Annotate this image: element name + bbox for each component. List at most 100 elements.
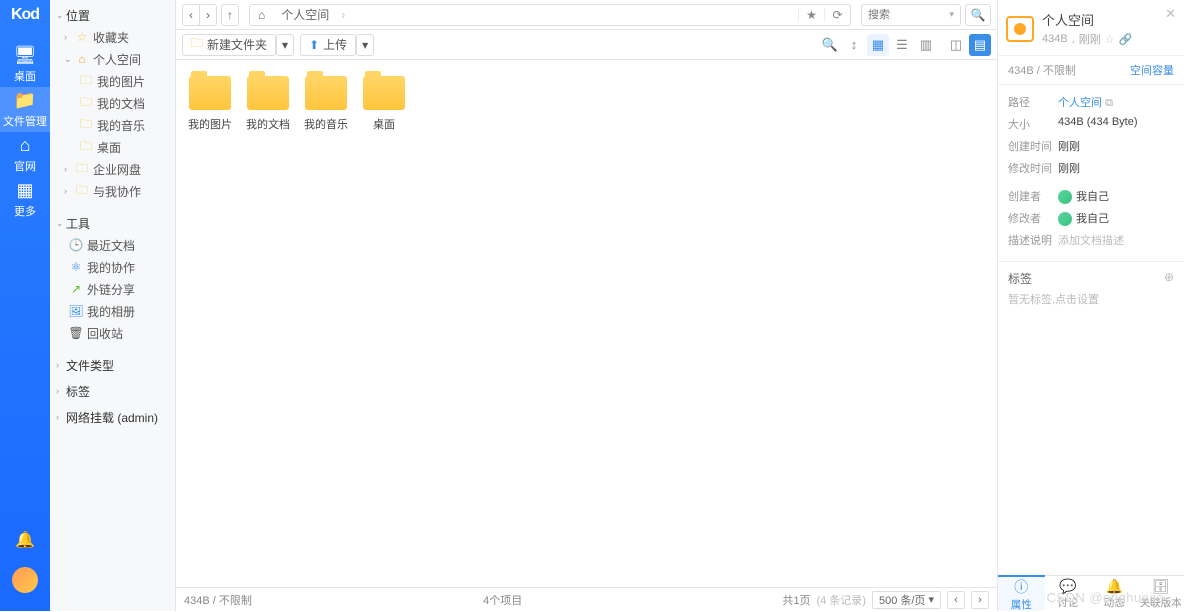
usage-link[interactable]: 空间容量 [1130, 62, 1174, 78]
breadcrumb-seg[interactable]: 个人空间 [273, 5, 337, 25]
folder-item[interactable]: 桌面 [358, 74, 410, 134]
new-folder-dropdown[interactable]: ▾ [276, 34, 294, 56]
details-path[interactable]: 个人空间 ⧉ [1058, 94, 1174, 110]
page-next-button[interactable]: › [971, 591, 989, 609]
tree-tools[interactable]: ⌄工具 [50, 212, 175, 234]
tree-personal-docs[interactable]: 🗀我的文档 [50, 92, 175, 114]
folder-icon: 🗀 [74, 181, 90, 202]
tree-favorites[interactable]: ›☆收藏夹 [50, 26, 175, 48]
tree-enterprise[interactable]: ›🗀企业网盘 [50, 158, 175, 180]
per-page-select[interactable]: 500 条/页 ▾ [872, 591, 941, 609]
space-icon [1006, 16, 1034, 42]
bell-icon: 🔔 [15, 530, 35, 550]
sort-button[interactable]: ↕ [843, 34, 865, 56]
favorite-button[interactable]: ★ [798, 8, 824, 22]
star-icon: ☆ [74, 30, 90, 44]
details-ctime: 刚刚 [1058, 138, 1174, 154]
tree-filetype[interactable]: ›文件类型 [50, 354, 175, 376]
folder-icon: 🗀 [78, 93, 94, 114]
details-modifier: 我自己 [1058, 210, 1174, 226]
folder-icon [247, 76, 289, 110]
folder-item[interactable]: 我的音乐 [300, 74, 352, 134]
rail-desktop-label: 桌面 [14, 68, 36, 84]
tree-personal-music[interactable]: 🗀我的音乐 [50, 114, 175, 136]
tree-album[interactable]: 🖼我的相册 [50, 300, 175, 322]
folder-icon: 📁 [14, 90, 36, 111]
tree-personal-pictures[interactable]: 🗀我的图片 [50, 70, 175, 92]
folder-icon: 🗀 [191, 34, 203, 55]
notifications-button[interactable]: 🔔 [0, 525, 50, 555]
window-icon: ⧉ [1105, 97, 1113, 109]
status-page: 共1页 [782, 592, 810, 608]
sidebar: ⌄位置 ›☆收藏夹 ⌄⌂个人空间 🗀我的图片 🗀我的文档 🗀我的音乐 🗀桌面 ›… [50, 0, 176, 611]
rail-files-label: 文件管理 [3, 113, 47, 129]
tree-location[interactable]: ⌄位置 [50, 4, 175, 26]
upload-button[interactable]: ⬆上传 [300, 34, 356, 56]
folder-icon [363, 76, 405, 110]
chevron-right-icon: › [337, 8, 349, 22]
page-prev-button[interactable]: ‹ [947, 591, 965, 609]
nav-back-button[interactable]: ‹ [182, 4, 200, 26]
rail-website-label: 官网 [14, 158, 36, 174]
home-icon: ⌂ [20, 135, 31, 156]
view-columns-button[interactable]: ▥ [915, 34, 937, 56]
zoom-button[interactable]: 🔍 [819, 34, 841, 56]
search-button[interactable]: 🔍 [965, 4, 991, 26]
folder-item[interactable]: 我的文档 [242, 74, 294, 134]
search-box[interactable]: ▾ [861, 4, 961, 26]
tree-mycollab[interactable]: ⚛我的协作 [50, 256, 175, 278]
rail-website[interactable]: ⌂ 官网 [0, 132, 50, 177]
view-list-button[interactable]: ☰ [891, 34, 913, 56]
tree-tags[interactable]: ›标签 [50, 380, 175, 402]
trash-icon: 🗑 [68, 326, 84, 340]
status-records: (4 条记录) [816, 592, 866, 608]
nav-forward-button[interactable]: › [199, 4, 217, 26]
rail-files[interactable]: 📁 文件管理 [0, 87, 50, 132]
folder-icon: 🗀 [74, 159, 90, 180]
usage-text: 434B / 不限制 [1008, 62, 1076, 78]
tab-discuss[interactable]: 💬讨论 [1045, 576, 1092, 611]
home-icon: ⌂ [250, 5, 273, 25]
details-desc[interactable]: 添加文档描述 [1058, 232, 1174, 248]
tree-personal-desktop[interactable]: 🗀桌面 [50, 136, 175, 158]
tree-personal[interactable]: ⌄⌂个人空间 [50, 48, 175, 70]
folder-item[interactable]: 我的图片 [184, 74, 236, 134]
folder-icon: 🗀 [78, 115, 94, 136]
nav-up-button[interactable]: ↑ [221, 4, 239, 26]
avatar[interactable] [12, 567, 38, 593]
upload-dropdown[interactable]: ▾ [356, 34, 374, 56]
toggle-panel-button[interactable]: ▤ [969, 34, 991, 56]
upload-icon: ⬆ [309, 38, 319, 52]
file-grid: 我的图片 我的文档 我的音乐 桌面 [176, 60, 997, 587]
tree-linkshare[interactable]: ↗外链分享 [50, 278, 175, 300]
details-creator: 我自己 [1058, 188, 1174, 204]
rail-more[interactable]: ▦ 更多 [0, 177, 50, 222]
folder-icon [189, 76, 231, 110]
folder-icon: 🗀 [78, 137, 94, 158]
tree-mount[interactable]: ›网络挂载 (admin) [50, 406, 175, 428]
search-input[interactable] [868, 9, 928, 21]
tree-shared[interactable]: ›🗀与我协作 [50, 180, 175, 202]
tab-properties[interactable]: ⓘ属性 [998, 575, 1045, 611]
refresh-button[interactable]: ⟳ [824, 8, 850, 22]
tags-hint[interactable]: 暂无标签,点击设置 [1008, 291, 1174, 307]
folder-icon: 🗀 [78, 71, 94, 92]
close-button[interactable]: ✕ [1165, 6, 1176, 22]
logo: Kod [0, 0, 50, 30]
tree-recent[interactable]: 🕒最近文档 [50, 234, 175, 256]
view-icons-button[interactable]: ▦ [867, 34, 889, 56]
rail-desktop[interactable]: 🖥 桌面 [0, 42, 50, 87]
share-icon: ⚛ [68, 260, 84, 274]
tree-recycle[interactable]: 🗑回收站 [50, 322, 175, 344]
details-size-full: 434B (434 Byte) [1058, 116, 1174, 132]
link-icon[interactable]: 🔗 [1119, 33, 1133, 46]
home-icon: ⌂ [74, 52, 90, 66]
add-tag-button[interactable]: ⊕ [1164, 270, 1174, 287]
new-folder-button[interactable]: 🗀新建文件夹 [182, 34, 276, 56]
view-split-button[interactable]: ◫ [945, 34, 967, 56]
tab-activity[interactable]: 🔔动态 [1091, 576, 1138, 611]
tab-versions[interactable]: 🗄关联版本 [1138, 576, 1184, 611]
star-icon[interactable]: ☆ [1105, 33, 1115, 46]
breadcrumb[interactable]: ⌂ 个人空间 › ★ ⟳ [249, 4, 851, 26]
chevron-down-icon: ▾ [949, 9, 954, 20]
